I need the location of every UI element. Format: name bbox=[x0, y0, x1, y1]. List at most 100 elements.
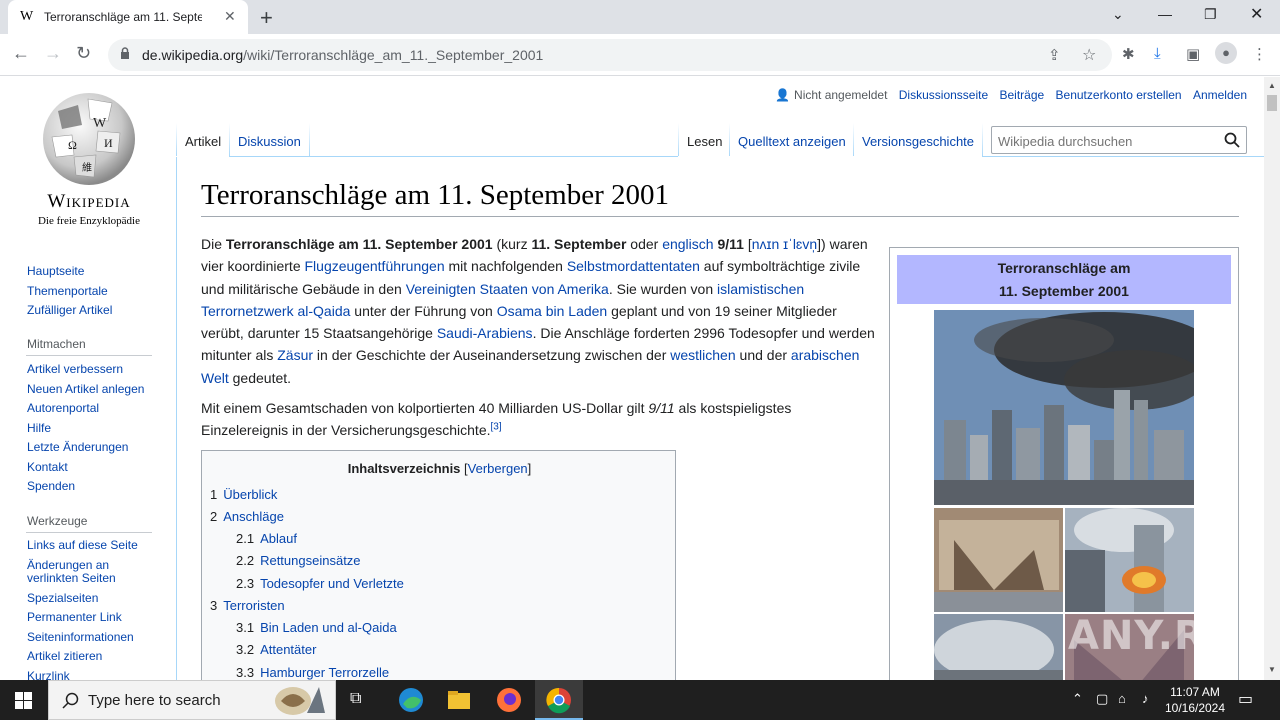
download-icon[interactable]: ⤓ bbox=[1154, 45, 1161, 62]
sidebar-item-neuen-artikel[interactable]: Neuen Artikel anlegen bbox=[27, 380, 144, 400]
toc-toggle-button[interactable]: Verbergen bbox=[468, 461, 528, 476]
browser-toolbar: ← → ↻ de.wikipedia.org/wiki/Terroranschl… bbox=[0, 34, 1280, 76]
notifications-icon[interactable]: ▭ bbox=[1238, 689, 1253, 709]
sidebar-item-aenderungen-verlinkt[interactable]: Änderungen an verlinkten Seiten bbox=[27, 556, 127, 589]
chrome-taskbar-button-active[interactable] bbox=[535, 680, 583, 720]
sidebar-item-artikel-zitieren[interactable]: Artikel zitieren bbox=[27, 647, 138, 667]
tab-divider bbox=[982, 123, 983, 157]
close-window-button[interactable]: ✕ bbox=[1250, 4, 1263, 24]
tray-overflow-chevron-icon[interactable]: ⌃ bbox=[1072, 691, 1083, 707]
firefox-icon[interactable] bbox=[493, 684, 525, 716]
sidebar-item-autorenportal[interactable]: Autorenportal bbox=[27, 399, 144, 419]
sidebar-item-artikel-verbessern[interactable]: Artikel verbessern bbox=[27, 360, 144, 380]
bookmark-star-icon[interactable]: ☆ bbox=[1082, 45, 1096, 65]
toc-item[interactable]: 2 Anschläge bbox=[210, 509, 284, 524]
link-flugzeugentfuehrungen[interactable]: Flugzeugentführungen bbox=[305, 258, 445, 274]
sidebar-item-seiteninformationen[interactable]: Seiteninformationen bbox=[27, 628, 138, 648]
tab-search-chevron-icon[interactable]: ⌄ bbox=[1112, 6, 1124, 23]
reload-button[interactable]: ↻ bbox=[76, 43, 91, 64]
lock-icon[interactable] bbox=[120, 47, 130, 59]
chrome-menu-icon[interactable]: ⋮ bbox=[1252, 45, 1267, 63]
chrome-icon bbox=[546, 687, 571, 714]
toc-item[interactable]: 3.2 Attentäter bbox=[236, 642, 316, 657]
page-title: Terroranschläge am 11. September 2001 bbox=[201, 179, 669, 211]
page-scrollbar[interactable]: ▲ ▼ bbox=[1264, 77, 1280, 680]
intro-paragraph: Die Terroranschläge am 11. September 200… bbox=[201, 236, 875, 386]
tab-history[interactable]: Versionsgeschichte bbox=[862, 134, 974, 156]
forward-button[interactable]: → bbox=[44, 43, 62, 64]
toc-item[interactable]: 3.1 Bin Laden und al-Qaida bbox=[236, 620, 397, 635]
close-tab-icon[interactable]: ✕ bbox=[224, 8, 236, 25]
back-button[interactable]: ← bbox=[12, 43, 30, 64]
link-westlichen[interactable]: westlichen bbox=[670, 347, 735, 363]
taskbar-search-box[interactable]: Type here to search bbox=[48, 680, 336, 720]
link-englisch[interactable]: englisch bbox=[662, 236, 713, 252]
sidebar-item-permanenter-link[interactable]: Permanenter Link bbox=[27, 608, 138, 628]
toc-item[interactable]: 3.3 Hamburger Terrorzelle bbox=[236, 665, 389, 680]
sidebar-item-kontakt[interactable]: Kontakt bbox=[27, 458, 144, 478]
sidebar-item-spenden[interactable]: Spenden bbox=[27, 477, 144, 497]
link-saudi-arabien[interactable]: Saudi-Arabiens bbox=[437, 325, 533, 341]
sidebar-item-kurzlink[interactable]: Kurzlink bbox=[27, 667, 138, 681]
sidebar-item-zufaelliger-artikel[interactable]: Zufälliger Artikel bbox=[27, 301, 112, 321]
new-tab-button[interactable]: + bbox=[260, 5, 273, 31]
talk-link[interactable]: Diskussionsseite bbox=[899, 88, 988, 102]
link-osama-bin-laden[interactable]: Osama bin Laden bbox=[497, 303, 608, 319]
toc-item[interactable]: 2.2 Rettungseinsätze bbox=[236, 553, 361, 568]
network-icon[interactable]: ⌂ bbox=[1118, 691, 1126, 706]
search-icon bbox=[62, 692, 79, 709]
scroll-down-arrow-icon[interactable]: ▼ bbox=[1268, 665, 1276, 674]
login-link[interactable]: Anmelden bbox=[1193, 88, 1247, 102]
volume-icon[interactable]: ♪ bbox=[1142, 691, 1149, 706]
tab-title: Terroranschläge am 11. Septemb bbox=[44, 10, 202, 24]
tab-view-source[interactable]: Quelltext anzeigen bbox=[738, 134, 846, 156]
scroll-up-arrow-icon[interactable]: ▲ bbox=[1268, 81, 1276, 90]
address-bar[interactable]: de.wikipedia.org/wiki/Terroranschläge_am… bbox=[108, 39, 1112, 71]
sidebar-item-hilfe[interactable]: Hilfe bbox=[27, 419, 144, 439]
tab-article[interactable]: Artikel bbox=[185, 134, 221, 156]
sidebar-item-hauptseite[interactable]: Hauptseite bbox=[27, 262, 112, 282]
toc-item[interactable]: 2.1 Ablauf bbox=[236, 531, 297, 546]
share-icon[interactable]: ⇪ bbox=[1048, 46, 1061, 64]
link-selbstmordattentaten[interactable]: Selbstmordattentaten bbox=[567, 258, 700, 274]
contributions-link[interactable]: Beiträge bbox=[999, 88, 1044, 102]
tab-discussion[interactable]: Diskussion bbox=[238, 134, 301, 156]
url-text[interactable]: de.wikipedia.org/wiki/Terroranschläge_am… bbox=[142, 47, 543, 63]
toc-item[interactable]: 3 Terroristen bbox=[210, 598, 285, 613]
reference-3[interactable]: [3] bbox=[491, 422, 502, 433]
scrollbar-thumb[interactable] bbox=[1267, 95, 1277, 111]
windows-start-icon[interactable] bbox=[15, 692, 32, 709]
link-usa[interactable]: Vereinigten Staaten von Amerika bbox=[406, 281, 609, 297]
sidebar-divider bbox=[26, 532, 152, 533]
restore-button[interactable]: ❐ bbox=[1204, 6, 1217, 23]
taskbar-clock[interactable]: 11:07 AM 10/16/2024 bbox=[1160, 684, 1230, 716]
tab-divider bbox=[853, 123, 854, 157]
file-explorer-icon[interactable] bbox=[443, 684, 475, 716]
toc-item[interactable]: 1 Überblick bbox=[210, 487, 277, 502]
edge-browser-icon[interactable] bbox=[395, 684, 427, 716]
side-panel-icon[interactable]: ▣ bbox=[1186, 45, 1200, 63]
minimize-button[interactable]: — bbox=[1158, 6, 1172, 22]
wikipedia-logo[interactable]: W Ω И 維 Wikipedia Die freie Enzyklopädie bbox=[26, 91, 152, 241]
search-icon[interactable] bbox=[1224, 132, 1240, 148]
link-zaesur[interactable]: Zäsur bbox=[277, 347, 313, 363]
wikipedia-tagline: Die freie Enzyklopädie bbox=[37, 215, 140, 227]
sidebar-item-letzte-aenderungen[interactable]: Letzte Änderungen bbox=[27, 438, 144, 458]
browser-tab[interactable]: W Terroranschläge am 11. Septemb ✕ bbox=[8, 0, 248, 34]
tray-device-icon[interactable]: ▢ bbox=[1096, 691, 1108, 707]
profile-avatar-icon[interactable]: ● bbox=[1215, 42, 1237, 64]
sidebar-item-themenportale[interactable]: Themenportale bbox=[27, 282, 112, 302]
windows-taskbar: Type here to search ⧉ ⌃ ▢ ⌂ ♪ 11:07 AM 1… bbox=[0, 680, 1280, 720]
create-account-link[interactable]: Benutzerkonto erstellen bbox=[1056, 88, 1182, 102]
tab-read[interactable]: Lesen bbox=[687, 134, 722, 156]
sidebar-item-links-auf-diese-seite[interactable]: Links auf diese Seite bbox=[27, 536, 138, 556]
wiki-search-box[interactable] bbox=[991, 126, 1247, 154]
extensions-puzzle-icon[interactable]: ✱ bbox=[1122, 45, 1135, 63]
link-ipa[interactable]: nʌɪn ɪˈlɛvn̩ bbox=[752, 236, 817, 252]
wiki-search-input[interactable] bbox=[998, 132, 1218, 150]
toc-item[interactable]: 2.3 Todesopfer und Verletzte bbox=[236, 576, 404, 591]
infobox-title: Terroranschläge am 11. September 2001 bbox=[897, 255, 1231, 304]
task-view-icon[interactable]: ⧉ bbox=[350, 690, 361, 708]
table-of-contents: Inhaltsverzeichnis [Verbergen] 1 Überblic… bbox=[201, 450, 676, 680]
sidebar-item-spezialseiten[interactable]: Spezialseiten bbox=[27, 589, 138, 609]
